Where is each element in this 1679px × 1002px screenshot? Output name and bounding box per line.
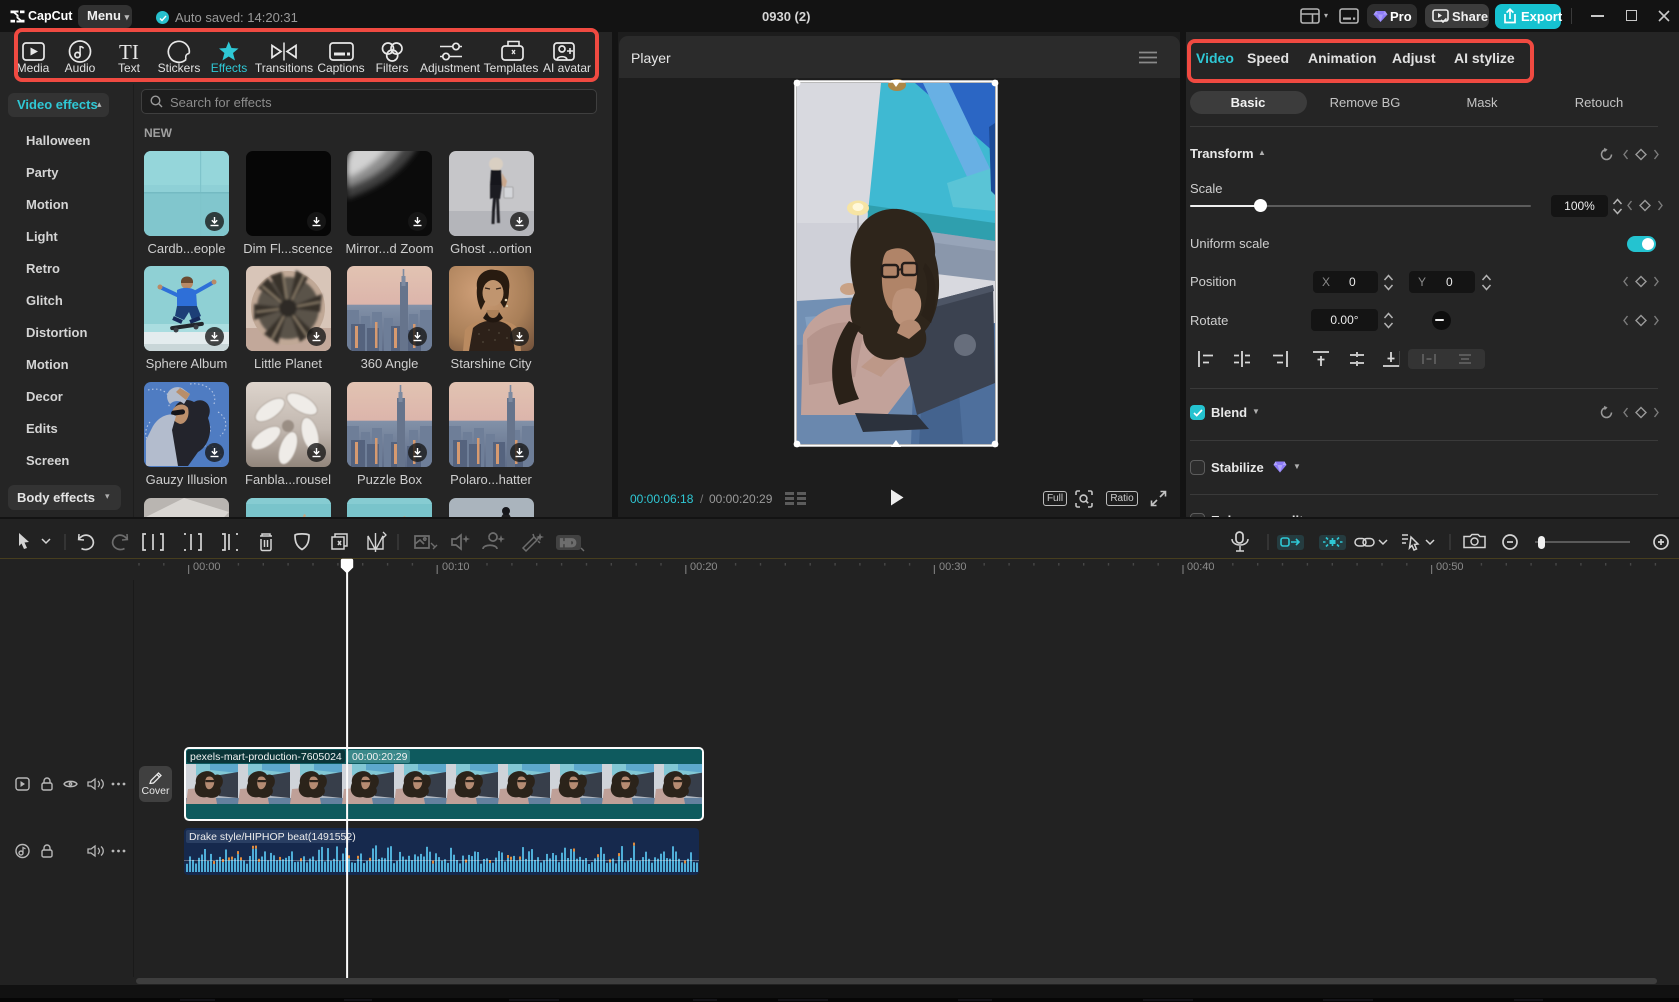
svg-text:HD: HD <box>560 538 576 550</box>
